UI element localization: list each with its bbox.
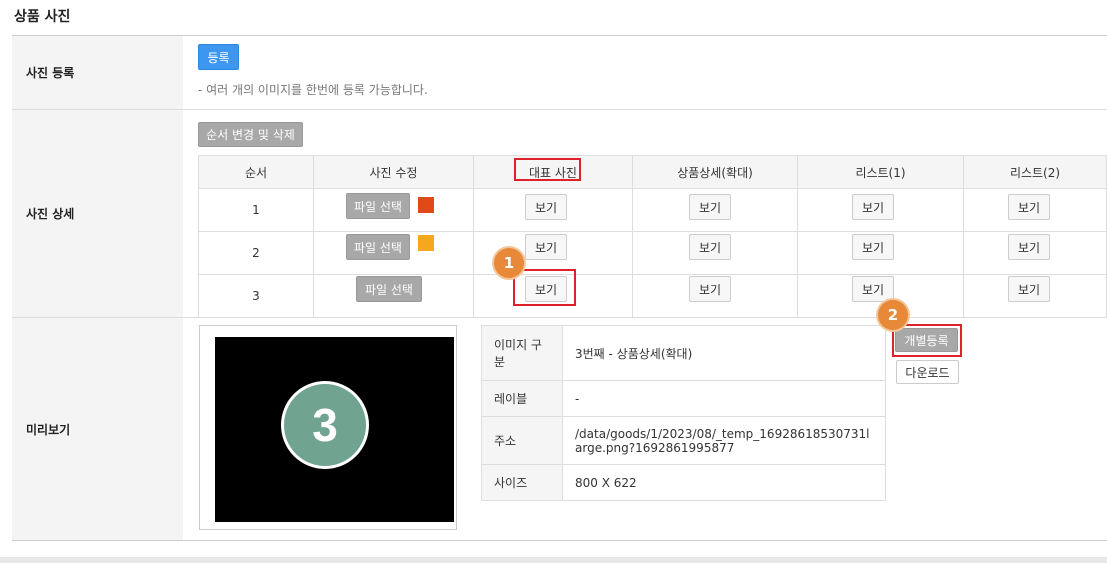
step-badge-1: 1 xyxy=(494,248,524,278)
register-label: 사진 등록 xyxy=(12,36,183,109)
row-order: 3 xyxy=(198,274,314,318)
file-select-button[interactable]: 파일 선택 xyxy=(356,276,422,302)
view-detail-button[interactable]: 보기 xyxy=(689,276,731,302)
info-key: 사이즈 xyxy=(481,464,563,501)
view-detail-button[interactable]: 보기 xyxy=(689,234,731,260)
preview-image: 3 xyxy=(215,337,454,522)
table-row: 1 xyxy=(198,188,1107,232)
preview-label: 미리보기 xyxy=(12,318,183,540)
info-key: 주소 xyxy=(481,416,563,465)
table-row: 3 xyxy=(198,274,1107,318)
info-key: 레이블 xyxy=(481,380,563,417)
color-swatch xyxy=(418,197,434,213)
photo-panel: 사진 등록 등록 - 여러 개의 이미지를 한번에 등록 가능합니다. 사진 상… xyxy=(12,35,1107,541)
view-list1-button[interactable]: 보기 xyxy=(852,234,894,260)
image-info-table: 이미지 구분 3번째 - 상품상세(확대) 레이블 - 주소 /data/goo… xyxy=(481,325,886,501)
view-detail-button[interactable]: 보기 xyxy=(689,194,731,220)
section-title: 상품 사진 xyxy=(14,9,71,25)
row-order: 1 xyxy=(198,188,314,232)
info-value: 3번째 - 상품상세(확대) xyxy=(562,325,886,381)
register-button[interactable]: 등록 xyxy=(198,44,239,70)
download-button[interactable]: 다운로드 xyxy=(896,360,959,384)
number-3-image: 3 xyxy=(281,381,369,469)
view-list2-button[interactable]: 보기 xyxy=(1008,194,1050,220)
header-list1: 리스트(1) xyxy=(797,155,964,189)
header-order: 순서 xyxy=(198,155,314,189)
row-order: 2 xyxy=(198,231,314,275)
view-main-button[interactable]: 보기 xyxy=(525,234,567,260)
file-select-button[interactable]: 파일 선택 xyxy=(346,234,410,260)
view-list1-button[interactable]: 보기 xyxy=(852,194,894,220)
info-value: /data/goods/1/2023/08/_temp_169286185307… xyxy=(562,416,886,465)
header-detail: 상품상세(확대) xyxy=(632,155,798,189)
highlight-main-photo-header xyxy=(514,158,581,181)
file-select-button[interactable]: 파일 선택 xyxy=(346,193,410,219)
color-swatch xyxy=(418,235,434,251)
highlight-view-button xyxy=(513,269,576,306)
header-edit: 사진 수정 xyxy=(313,155,474,189)
detail-label: 사진 상세 xyxy=(12,110,183,317)
info-key: 이미지 구분 xyxy=(481,325,563,381)
table-row: 2 xyxy=(198,231,1107,275)
info-value: - xyxy=(562,380,886,417)
view-list2-button[interactable]: 보기 xyxy=(1008,234,1050,260)
view-list1-button[interactable]: 보기 xyxy=(852,276,894,302)
view-main-button[interactable]: 보기 xyxy=(525,194,567,220)
photo-table: 순서 사진 수정 대표 사진 상품상세(확대) 리스트(1) 리스트(2) 1 … xyxy=(198,155,1107,318)
highlight-register-button xyxy=(892,324,962,357)
step-badge-2: 2 xyxy=(878,300,908,330)
preview-frame: 3 xyxy=(199,325,457,530)
header-list2: 리스트(2) xyxy=(963,155,1107,189)
info-value: 800 X 622 xyxy=(562,464,886,501)
view-list2-button[interactable]: 보기 xyxy=(1008,276,1050,302)
order-change-delete-button[interactable]: 순서 변경 및 삭제 xyxy=(198,122,303,147)
register-note: - 여러 개의 이미지를 한번에 등록 가능합니다. xyxy=(198,83,428,97)
bottom-bar xyxy=(0,557,1107,563)
